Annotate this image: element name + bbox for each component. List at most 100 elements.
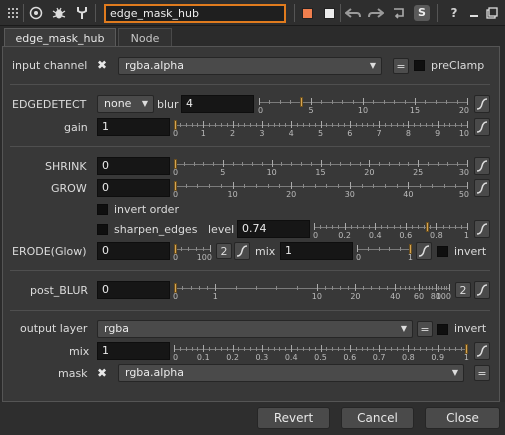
post-blur-count-button[interactable]: 2: [455, 282, 471, 298]
slider-thumb[interactable]: [426, 222, 430, 232]
erode-mix-slider[interactable]: 01: [356, 244, 413, 264]
slider-tick-label: 0: [173, 190, 179, 199]
preclamp-checkbox[interactable]: [414, 60, 425, 71]
output-layer-dropdown[interactable]: rgba ▼: [97, 320, 413, 338]
invert-order-checkbox[interactable]: [97, 204, 108, 215]
slider-track[interactable]: [314, 227, 468, 228]
grow-label: GROW: [51, 182, 87, 195]
help-icon[interactable]: ?: [445, 4, 463, 22]
mix-curve-icon[interactable]: [474, 342, 490, 360]
output-layer-label: output layer: [20, 322, 88, 335]
grip-icon[interactable]: [4, 4, 22, 22]
level-input[interactable]: 0.74: [237, 220, 310, 238]
erode-invert-label: invert: [454, 245, 487, 258]
revert-button[interactable]: Revert: [257, 407, 330, 429]
slider-minor-tick: [290, 100, 292, 104]
slider-thumb[interactable]: [299, 97, 303, 107]
value-color-icon[interactable]: [320, 4, 338, 22]
tab-main[interactable]: edge_mask_hub: [4, 28, 116, 47]
slider-thumb[interactable]: [409, 244, 412, 254]
float-icon[interactable]: [483, 4, 501, 22]
slider-minor-tick: [226, 347, 228, 351]
slider-minor-tick: [384, 184, 386, 188]
edgedetect-mode-dropdown[interactable]: none ▼: [97, 95, 154, 113]
erode-curve-icon[interactable]: [234, 242, 250, 260]
post-blur-input[interactable]: 0: [97, 281, 170, 299]
slider-thumb[interactable]: [174, 159, 177, 169]
slider-track[interactable]: [357, 249, 412, 250]
erode-slider[interactable]: 0 100: [173, 244, 212, 264]
erode-input[interactable]: 0: [97, 242, 170, 260]
tab-node[interactable]: Node: [118, 28, 172, 47]
grow-slider[interactable]: 0 10 20 30 40 50: [173, 181, 469, 201]
gain-curve-icon[interactable]: [474, 118, 490, 136]
grow-input[interactable]: 0: [97, 179, 170, 197]
redo-icon[interactable]: [367, 4, 385, 22]
post-blur-slider[interactable]: 0 1 10 20 40 60 80 100: [173, 283, 451, 303]
slider-minor-tick: [379, 162, 381, 166]
output-invert-checkbox[interactable]: [437, 324, 448, 335]
gain-input[interactable]: 1: [97, 118, 170, 136]
post-blur-curve-icon[interactable]: [474, 281, 490, 299]
level-label: level: [208, 223, 235, 236]
input-channel-equals-button[interactable]: =: [393, 58, 409, 74]
slider-thumb[interactable]: [465, 344, 468, 354]
slider-major-tick: [437, 345, 439, 352]
slider-minor-tick: [398, 162, 400, 166]
slider-minor-tick: [276, 286, 278, 290]
title-bar: edge_mask_hub S ?: [0, 0, 505, 26]
blur-curve-icon[interactable]: [474, 95, 490, 113]
slider-tick-label: 20: [364, 168, 375, 177]
node-color-icon[interactable]: [298, 4, 316, 22]
erode-mix-input[interactable]: 1: [280, 242, 353, 260]
slider-major-tick: [349, 182, 351, 189]
mask-x-icon[interactable]: ✖: [97, 366, 107, 380]
mask-equals-button[interactable]: =: [474, 365, 490, 381]
channel-x-icon[interactable]: ✖: [97, 58, 107, 72]
wrench-icon[interactable]: [73, 4, 91, 22]
cancel-button[interactable]: Cancel: [341, 407, 414, 429]
slider-thumb[interactable]: [174, 181, 177, 191]
slider-thumb[interactable]: [174, 120, 177, 130]
input-channel-dropdown[interactable]: rgba.alpha ▼: [118, 57, 382, 75]
output-equals-button[interactable]: =: [417, 321, 433, 337]
slider-minor-tick: [432, 286, 434, 290]
erode-mix-curve-icon[interactable]: [416, 242, 432, 260]
minimize-icon[interactable]: [465, 4, 483, 22]
grow-curve-icon[interactable]: [474, 179, 490, 197]
undo-icon[interactable]: [344, 4, 362, 22]
script-icon[interactable]: S: [413, 4, 431, 22]
erode-invert-checkbox[interactable]: [437, 246, 448, 257]
close-button[interactable]: Close: [425, 407, 500, 429]
slider-minor-tick: [443, 184, 445, 188]
erode-count-button[interactable]: 2: [216, 243, 232, 259]
blur-input[interactable]: 4: [181, 95, 254, 113]
level-curve-icon[interactable]: [474, 220, 490, 238]
slider-thumb[interactable]: [174, 244, 177, 254]
mix-slider[interactable]: 0 0.1 0.2 0.3 0.4 0.5 0.6 0.7 0.8 0.9 1: [173, 344, 469, 364]
slider-tick-label: 8: [405, 129, 411, 138]
slider-thumb[interactable]: [174, 283, 177, 293]
shrink-input[interactable]: 0: [97, 157, 170, 175]
blur-slider[interactable]: 0 5 10 15 20: [258, 97, 469, 117]
target-icon[interactable]: [27, 4, 45, 22]
shrink-curve-icon[interactable]: [474, 157, 490, 175]
gain-slider[interactable]: 0 1 2 3 4 5 6 7 8 9 10: [173, 120, 469, 140]
mask-dropdown[interactable]: rgba.alpha ▼: [118, 364, 464, 382]
slider-major-tick: [215, 284, 217, 291]
slider-track[interactable]: [174, 249, 211, 250]
slider-minor-tick: [381, 225, 383, 229]
sharpen-edges-checkbox[interactable]: [97, 224, 108, 235]
slider-minor-tick: [279, 184, 281, 188]
slider-tick-label: 10: [266, 168, 277, 177]
slider-track[interactable]: [174, 186, 468, 187]
revert-icon[interactable]: [390, 4, 408, 22]
bug-icon[interactable]: [50, 4, 68, 22]
shrink-slider[interactable]: 0 5 10 15 20 25 30: [173, 159, 469, 179]
level-slider[interactable]: 0 0.2 0.4 0.6 0.8 1: [313, 222, 469, 242]
slider-minor-tick: [321, 100, 323, 104]
mix-input[interactable]: 1: [97, 342, 170, 360]
node-name-field[interactable]: edge_mask_hub: [104, 4, 286, 23]
slider-major-tick: [408, 121, 410, 128]
post-blur-label: post_BLUR: [30, 284, 89, 297]
